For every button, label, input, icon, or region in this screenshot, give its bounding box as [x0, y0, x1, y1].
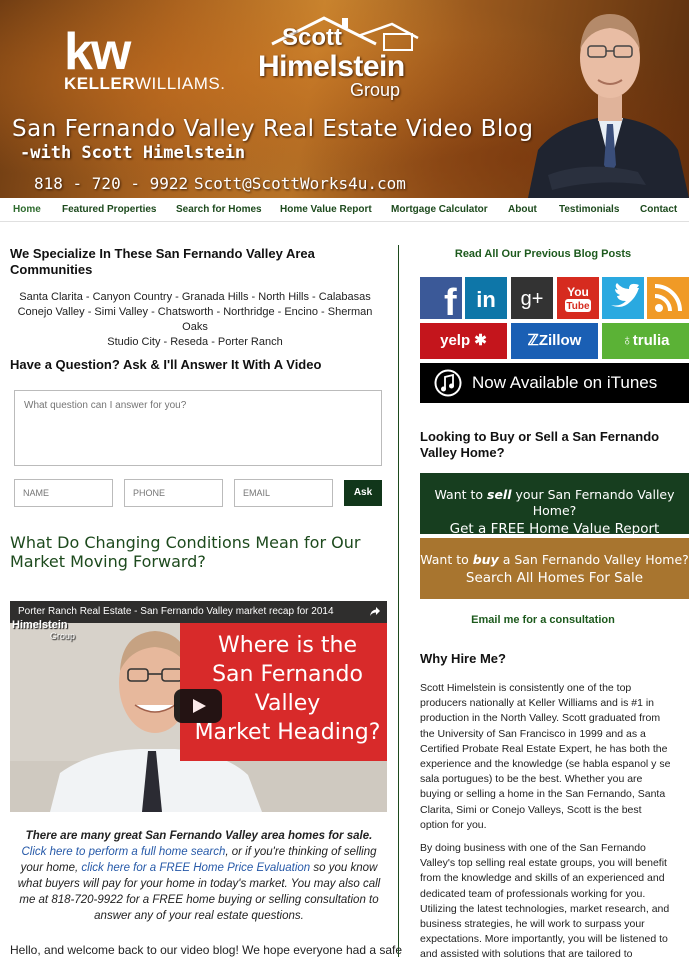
home-value-report-cta[interactable]: Want to sell your San Fernando Valley Ho…: [420, 473, 689, 537]
zillow-badge[interactable]: ℤZillow: [511, 323, 598, 359]
phone-field[interactable]: [124, 479, 223, 507]
group-logo-scott: Scott: [282, 24, 342, 51]
nav-mortgage-calculator[interactable]: Mortgage Calculator: [391, 204, 488, 215]
video-title[interactable]: Porter Ranch Real Estate - San Fernando …: [18, 606, 334, 617]
video-player[interactable]: Where is the San Fernando Valley Market …: [10, 601, 387, 812]
googleplus-icon[interactable]: g+: [511, 277, 553, 319]
itunes-badge[interactable]: Now Available on iTunes: [420, 363, 689, 403]
youtube-icon[interactable]: You Tube: [557, 277, 599, 319]
search-homes-cta[interactable]: Want to buy a San Fernando Valley Home? …: [420, 538, 689, 599]
ask-button[interactable]: Ask: [344, 480, 382, 506]
music-note-icon: [434, 369, 462, 397]
video-overlay-text: Where is the San Fernando Valley Market …: [194, 633, 381, 745]
keller-williams-logo[interactable]: kw: [64, 22, 131, 82]
nav-home-value-report[interactable]: Home Value Report: [280, 204, 372, 215]
question-input[interactable]: [14, 390, 382, 466]
svg-text:Tube: Tube: [566, 301, 590, 312]
svg-text:g+: g+: [521, 288, 544, 310]
communities-line[interactable]: Santa Clarita - Canyon Country - Granada…: [10, 290, 380, 305]
main-nav: Home Featured Properties Search for Home…: [0, 198, 689, 222]
header-banner: kw KELLERWILLIAMS. Scott Himelstein Grou…: [0, 0, 689, 198]
linkedin-icon[interactable]: in: [465, 277, 507, 319]
nav-search-for-homes[interactable]: Search for Homes: [176, 204, 262, 215]
column-divider: [398, 245, 399, 957]
home-price-evaluation-link[interactable]: click here for a FREE Home Price Evaluat…: [81, 862, 310, 874]
question-heading: Have a Question? Ask & I'll Answer It Wi…: [10, 357, 322, 372]
nav-home[interactable]: Home: [13, 204, 41, 215]
group-logo-group: Group: [350, 80, 401, 100]
post-body-text: Hello, and welcome back to our video blo…: [10, 943, 403, 957]
yelp-badge[interactable]: yelp ✱: [420, 323, 507, 359]
video-logo-group: Group: [50, 631, 76, 641]
svg-text:You: You: [567, 285, 589, 299]
twitter-icon[interactable]: [602, 277, 644, 319]
group-logo-himelstein: Himelstein: [258, 50, 405, 83]
blog-subtitle: -with Scott Himelstein: [20, 143, 246, 163]
trulia-badge[interactable]: ♁trulia: [602, 323, 689, 359]
specialize-heading: We Specialize In These San Fernando Vall…: [10, 246, 315, 277]
why-hire-paragraph: Scott Himelstein is consistently one of …: [420, 682, 671, 831]
yelp-burst-icon: ✱: [470, 332, 487, 349]
why-hire-heading: Why Hire Me?: [420, 651, 506, 666]
svg-text:in: in: [476, 287, 496, 312]
why-hire-paragraph: By doing business with one of the San Fe…: [420, 842, 670, 957]
blog-title: San Fernando Valley Real Estate Video Bl…: [12, 116, 534, 142]
email-field[interactable]: [234, 479, 333, 507]
share-icon[interactable]: [369, 606, 381, 618]
nav-about[interactable]: About: [508, 204, 537, 215]
facebook-icon[interactable]: f: [420, 277, 462, 319]
read-all-posts-link[interactable]: Read All Our Previous Blog Posts: [420, 248, 666, 260]
post-title[interactable]: What Do Changing Conditions Mean for Our…: [10, 533, 388, 571]
zillow-z-icon: ℤ: [527, 332, 539, 349]
trulia-pin-icon: ♁: [621, 332, 633, 349]
why-hire-text: Scott Himelstein is consistently one of …: [420, 681, 673, 957]
communities-list: Santa Clarita - Canyon Country - Granada…: [10, 290, 380, 350]
nav-testimonials[interactable]: Testimonials: [559, 204, 619, 215]
svg-text:f: f: [444, 282, 457, 319]
home-search-link[interactable]: Click here to perform a full home search: [21, 846, 225, 858]
header-email[interactable]: Scott@ScottWorks4u.com: [194, 174, 406, 193]
video-logo-himelstein: Himelstein: [12, 619, 68, 631]
post-intro: There are many great San Fernando Valley…: [17, 830, 381, 922]
nav-featured-properties[interactable]: Featured Properties: [62, 204, 156, 215]
agent-photo: [528, 14, 689, 198]
rss-icon[interactable]: [647, 277, 689, 319]
name-field[interactable]: [14, 479, 113, 507]
nav-contact[interactable]: Contact: [640, 204, 677, 215]
header-phone: 818 - 720 - 9922: [34, 174, 189, 193]
buy-sell-heading: Looking to Buy or Sell a San Fernando Va…: [420, 429, 660, 460]
keller-williams-name: KELLERWILLIAMS.: [64, 74, 226, 93]
play-button[interactable]: [174, 689, 222, 723]
email-consultation-link[interactable]: Email me for a consultation: [420, 614, 666, 626]
communities-line[interactable]: Conejo Valley - Simi Valley - Chatsworth…: [10, 305, 380, 335]
communities-line[interactable]: Studio City - Reseda - Porter Ranch: [10, 335, 380, 350]
